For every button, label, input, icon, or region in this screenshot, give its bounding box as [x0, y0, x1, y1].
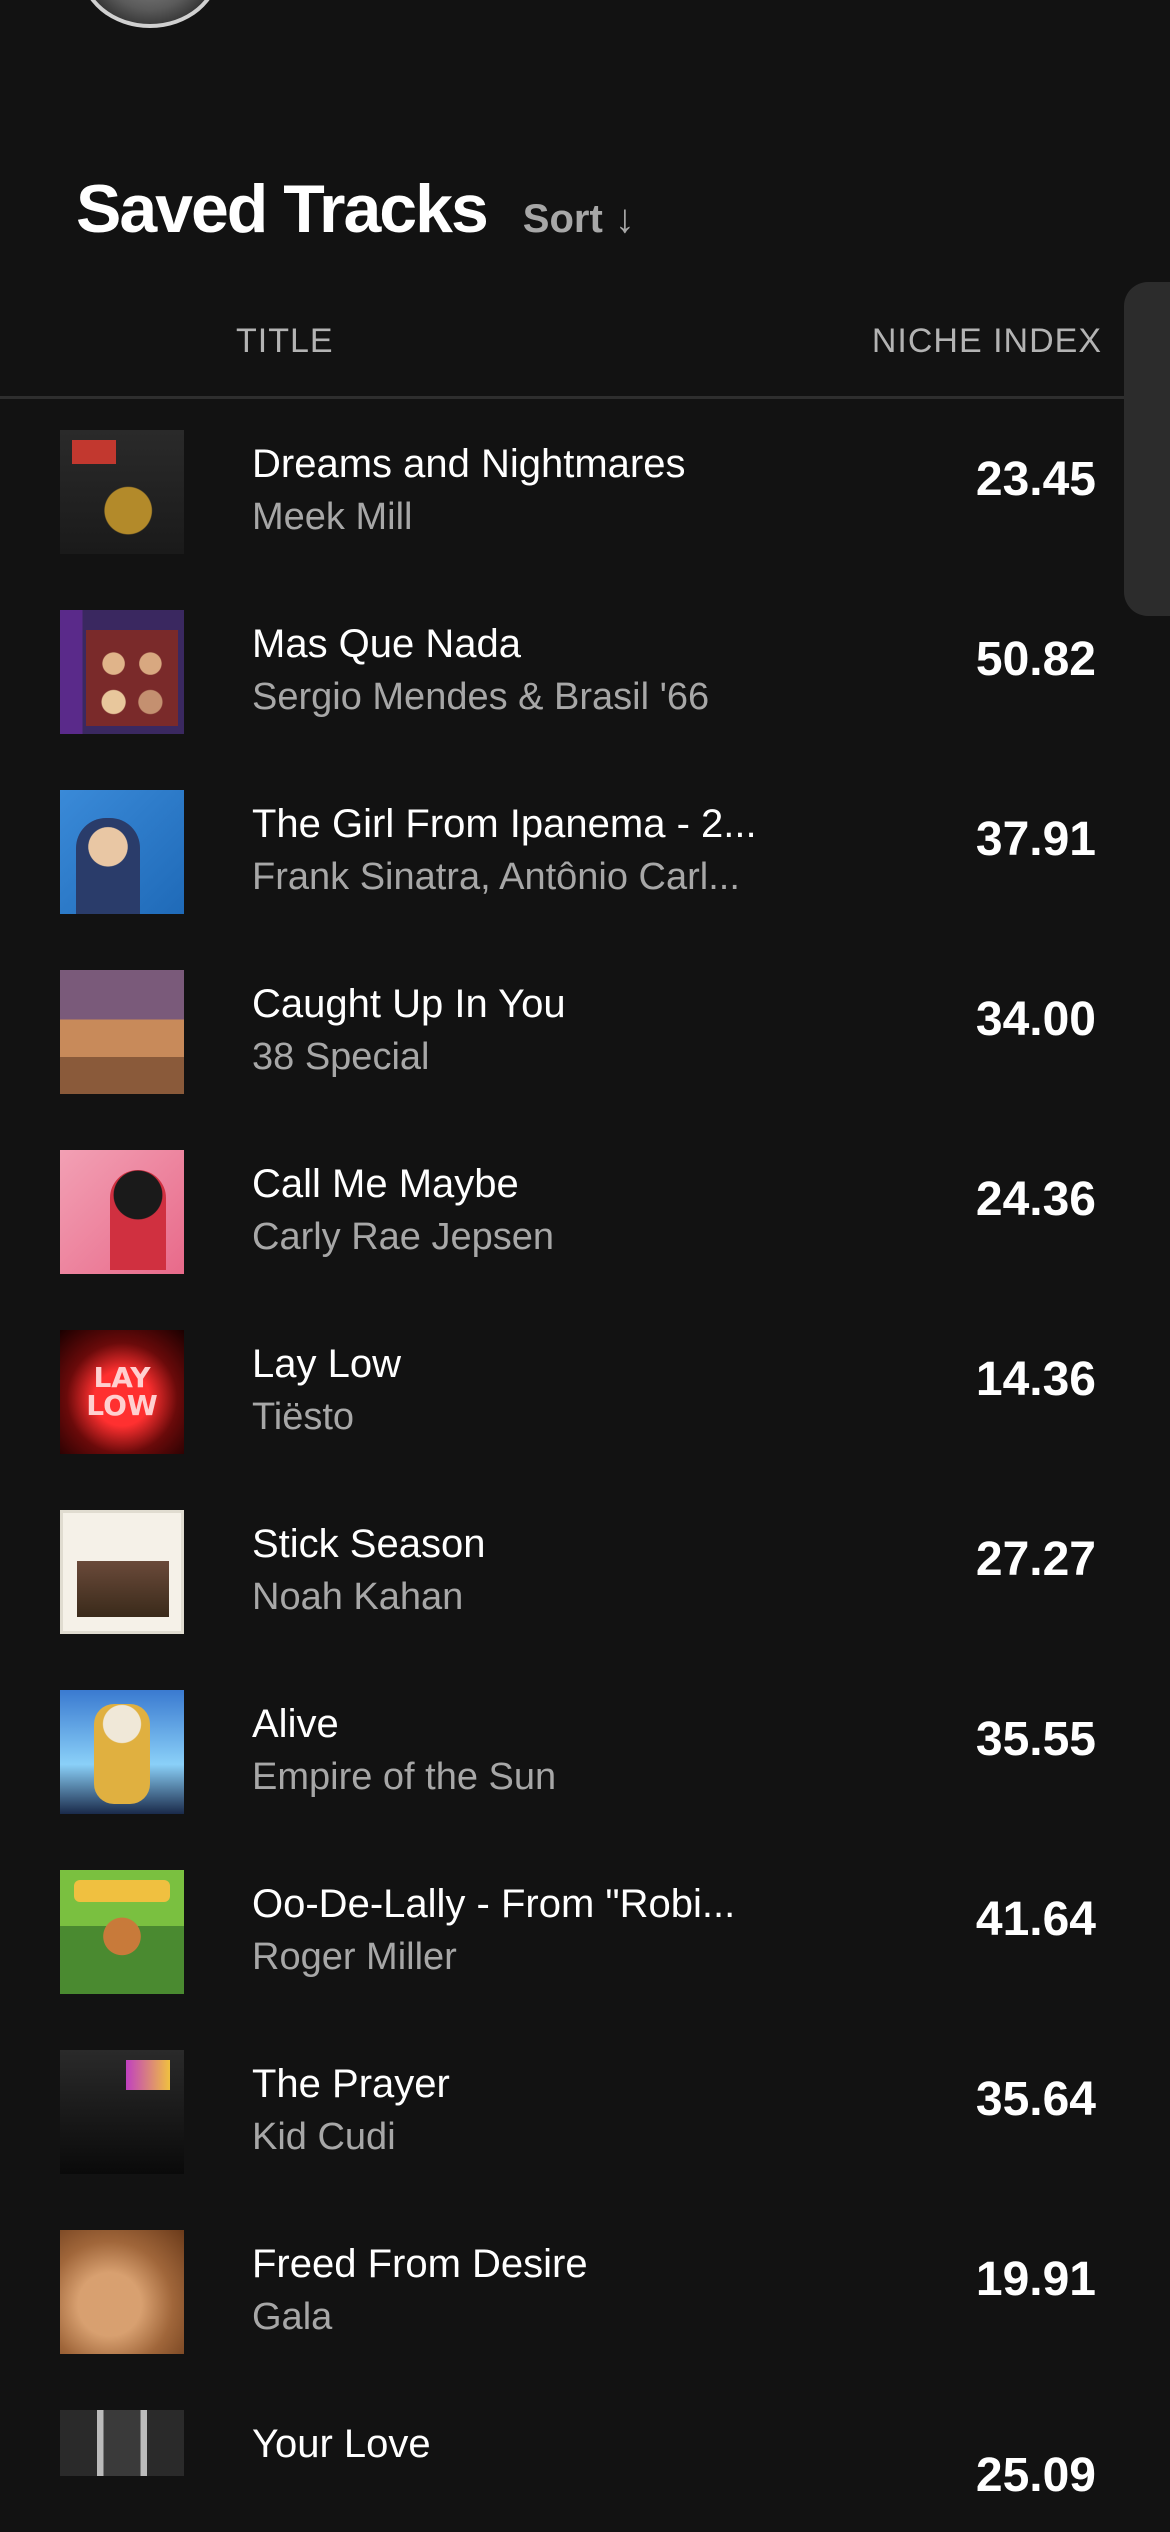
scrollbar[interactable] — [1124, 282, 1170, 616]
track-row[interactable]: Caught Up In You 38 Special 34.00 — [0, 940, 1170, 1120]
track-artist: Carly Rae Jepsen — [252, 1216, 555, 1258]
album-cover-image — [60, 1510, 184, 1634]
album-cover-image — [60, 2410, 184, 2476]
track-title: Your Love — [252, 2422, 431, 2466]
track-title: The Prayer — [252, 2062, 450, 2106]
track-artist: Tiësto — [252, 1396, 355, 1438]
track-title: Lay Low — [252, 1342, 401, 1386]
track-artist: Kid Cudi — [252, 2116, 396, 2158]
album-cover-image — [60, 2050, 184, 2174]
track-artist: Noah Kahan — [252, 1576, 464, 1618]
column-header-title[interactable]: TITLE — [236, 322, 334, 361]
track-row[interactable]: The Girl From Ipanema - 2... Frank Sinat… — [0, 760, 1170, 940]
track-title: Alive — [252, 1702, 339, 1746]
track-title: Call Me Maybe — [252, 1162, 519, 1206]
arrow-down-icon: ↓ — [614, 197, 635, 241]
avatar[interactable] — [80, 0, 220, 28]
track-row[interactable]: Stick Season Noah Kahan 27.27 — [0, 1480, 1170, 1660]
header-divider — [0, 396, 1170, 399]
album-cover-image — [60, 970, 184, 1094]
track-row[interactable]: Freed From Desire Gala 19.91 — [0, 2200, 1170, 2380]
album-cover-image — [60, 2230, 184, 2354]
niche-index-value: 35.64 — [975, 2073, 1096, 2126]
track-row[interactable]: Call Me Maybe Carly Rae Jepsen 24.36 — [0, 1120, 1170, 1300]
track-artist: Sergio Mendes & Brasil '66 — [252, 676, 710, 718]
niche-index-value: 23.45 — [975, 453, 1096, 506]
sort-label: Sort — [522, 197, 603, 241]
track-row[interactable]: Alive Empire of the Sun 35.55 — [0, 1660, 1170, 1840]
album-cover-image — [60, 1330, 184, 1454]
track-row[interactable]: Oo-De-Lally - From "Robi... Roger Miller… — [0, 1840, 1170, 2020]
column-header-niche-index[interactable]: NICHE INDEX — [872, 322, 1102, 361]
track-row[interactable]: The Prayer Kid Cudi 35.64 — [0, 2020, 1170, 2200]
album-cover-image — [60, 1150, 184, 1274]
track-title: Freed From Desire — [252, 2242, 588, 2286]
track-row[interactable]: Mas Que Nada Sergio Mendes & Brasil '66 … — [0, 580, 1170, 760]
track-artist: Roger Miller — [252, 1936, 457, 1978]
track-row[interactable]: Lay Low Tiësto 14.36 — [0, 1300, 1170, 1480]
track-artist: 38 Special — [252, 1036, 430, 1078]
track-artist: Gala — [252, 2296, 333, 2338]
niche-index-value: 19.91 — [975, 2253, 1096, 2306]
track-row[interactable]: Dreams and Nightmares Meek Mill 23.45 — [0, 400, 1170, 580]
track-title: Caught Up In You — [252, 982, 566, 1026]
track-artist: Meek Mill — [252, 496, 413, 538]
track-title: Oo-De-Lally - From "Robi... — [252, 1882, 736, 1926]
track-title: Stick Season — [252, 1522, 486, 1566]
niche-index-value: 24.36 — [975, 1173, 1096, 1226]
track-title: Dreams and Nightmares — [252, 442, 686, 486]
niche-index-value: 34.00 — [975, 993, 1096, 1046]
niche-index-value: 27.27 — [975, 1533, 1096, 1586]
track-artist: Empire of the Sun — [252, 1756, 557, 1798]
page-title: Saved Tracks — [76, 171, 489, 247]
niche-index-value: 50.82 — [975, 633, 1096, 686]
sort-button[interactable]: Sort ↓ — [523, 197, 635, 242]
track-list: Dreams and Nightmares Meek Mill 23.45 Ma… — [0, 400, 1170, 2532]
niche-index-value: 41.64 — [975, 1893, 1096, 1946]
album-cover-image — [60, 430, 184, 554]
track-title: The Girl From Ipanema - 2... — [252, 802, 757, 846]
niche-index-value: 35.55 — [975, 1713, 1096, 1766]
niche-index-value: 37.91 — [975, 813, 1096, 866]
album-cover-image — [60, 610, 184, 734]
track-artist: Frank Sinatra, Antônio Carl... — [252, 856, 740, 898]
niche-index-value: 25.09 — [975, 2449, 1096, 2502]
niche-index-value: 14.36 — [975, 1353, 1096, 1406]
track-title: Mas Que Nada — [252, 622, 522, 666]
album-cover-image — [60, 1690, 184, 1814]
track-row[interactable]: Your Love 25.09 — [0, 2380, 1170, 2532]
album-cover-image — [60, 1870, 184, 1994]
header: Saved Tracks Sort ↓ — [76, 170, 635, 248]
album-cover-image — [60, 790, 184, 914]
saved-tracks-screen: Saved Tracks Sort ↓ TITLE NICHE INDEX Dr… — [0, 0, 1170, 2532]
